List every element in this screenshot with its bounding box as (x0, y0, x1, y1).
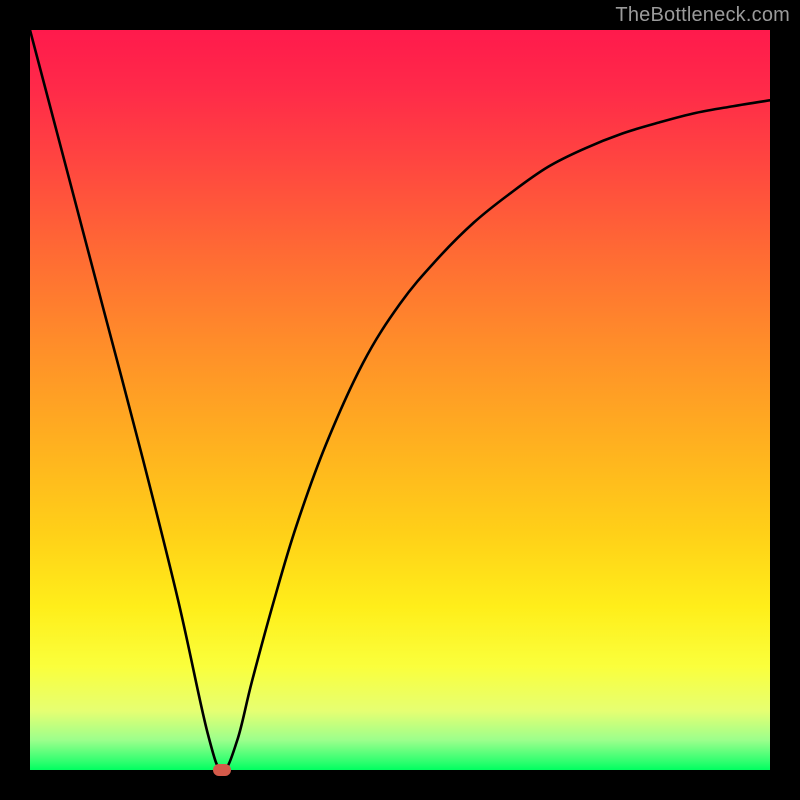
curve-svg-layer (30, 30, 770, 770)
plot-area (30, 30, 770, 770)
watermark-text: TheBottleneck.com (615, 4, 790, 27)
optimal-point-marker (213, 764, 231, 776)
chart-frame: TheBottleneck.com (0, 0, 800, 800)
bottleneck-curve (30, 30, 770, 770)
